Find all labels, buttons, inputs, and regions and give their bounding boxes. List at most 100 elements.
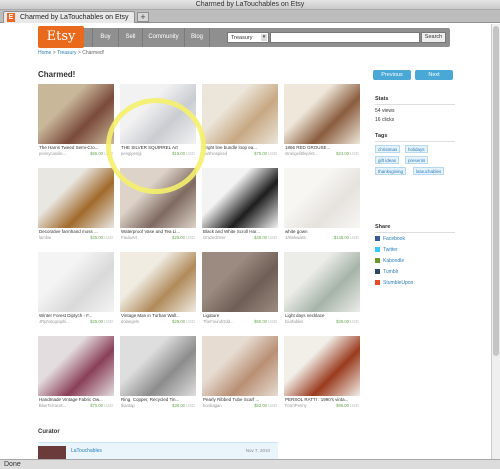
product-card[interactable]: PERSOL RATTI : 1990's vinta... FromPenny $…	[284, 336, 360, 412]
product-title[interactable]: Ligature	[203, 313, 278, 318]
product-shop[interactable]: strangelittleprint...	[285, 151, 318, 156]
product-thumbnail[interactable]	[284, 336, 360, 396]
product-thumbnail[interactable]	[202, 252, 278, 312]
vertical-scrollbar[interactable]	[491, 24, 500, 459]
product-thumbnail[interactable]	[38, 336, 114, 396]
price-value: $25.00	[172, 319, 185, 324]
nav-sell[interactable]: Sell	[118, 28, 142, 47]
nav-buy[interactable]: Buy	[92, 28, 118, 47]
product-shop[interactable]: pennycandie...	[39, 151, 66, 156]
product-thumbnail[interactable]	[202, 336, 278, 396]
share-twitter[interactable]: Twitter	[375, 247, 398, 253]
product-title[interactable]: Light days necklace	[285, 313, 360, 318]
product-card[interactable]: Decorative farmhand moss ... lambie $25.00…	[38, 168, 114, 244]
product-thumbnail[interactable]	[202, 168, 278, 228]
product-shop[interactable]: JRphotographi...	[39, 319, 70, 324]
product-shop[interactable]: fourfables	[285, 319, 303, 324]
avatar[interactable]	[38, 446, 66, 459]
share-facebook[interactable]: Facebook	[375, 236, 405, 242]
breadcrumb-home[interactable]: Home	[38, 50, 51, 56]
etsy-logo[interactable]: Etsy	[38, 26, 84, 48]
product-title[interactable]: white gown	[285, 229, 360, 234]
product-thumbnail[interactable]	[202, 84, 278, 144]
product-title[interactable]: Pearly Ribbed Tube Scarf ...	[203, 397, 278, 402]
product-title[interactable]: Decorative farmhand moss ...	[39, 229, 114, 234]
product-title[interactable]: Black and White Scroll Har...	[203, 229, 278, 234]
product-shop[interactable]: TheFoundOdd...	[203, 319, 234, 324]
product-shop[interactable]: PaulaArt	[121, 235, 137, 240]
nav-blog[interactable]: Blog	[184, 28, 210, 47]
product-card[interactable]: Vintage Man in Turban Wall... dolangels $2…	[120, 252, 196, 328]
product-thumbnail[interactable]	[120, 168, 196, 228]
product-shop[interactable]: FromPenny	[285, 403, 307, 408]
product-shop[interactable]: BlueTerracot...	[39, 403, 66, 408]
product-card[interactable]: The Harris Tweed Semi-Cro... pennycandie.…	[38, 84, 114, 160]
product-shop[interactable]: pengipengi	[121, 151, 142, 156]
previous-button[interactable]: Previous	[373, 70, 411, 80]
breadcrumb-treasury[interactable]: Treasury	[57, 50, 77, 56]
product-card[interactable]: Light days necklace fourfables $36.00 USD	[284, 252, 360, 328]
tag-presents[interactable]: presents	[405, 156, 429, 164]
product-thumbnail[interactable]	[284, 252, 360, 312]
product-thumbnail[interactable]	[284, 168, 360, 228]
product-card[interactable]: Ring. Copper, Recycled Tin... tkaotap $36.…	[120, 336, 196, 412]
scrollbar-thumb[interactable]	[493, 26, 499, 356]
product-card[interactable]: Black and White Scroll Har... GrazedOver $…	[202, 168, 278, 244]
product-title[interactable]: Vintage Man in Turban Wall...	[121, 313, 196, 318]
product-card[interactable]: white gown 1/8inkwaits $145.00 USD	[284, 168, 360, 244]
product-card[interactable]: Handmade Vintage Fabric Ow... BlueTerraco…	[38, 336, 114, 412]
product-shop[interactable]: earthinspired	[203, 151, 227, 156]
product-title[interactable]: The Harris Tweed Semi-Cro...	[39, 145, 114, 150]
product-thumbnail[interactable]	[120, 252, 196, 312]
new-tab-button[interactable]: +	[137, 12, 149, 22]
product-card[interactable]: bright line bundle loop ea... earthinspir…	[202, 84, 278, 160]
product-shop[interactable]: bonbagan	[203, 403, 222, 408]
product-shop[interactable]: dolangels	[121, 319, 139, 324]
nav-community[interactable]: Community	[142, 28, 184, 47]
product-shop[interactable]: lambie	[39, 235, 51, 240]
product-thumbnail[interactable]	[120, 336, 196, 396]
product-shop[interactable]: 1/8inkwaits	[285, 235, 306, 240]
price-currency: USD	[350, 151, 359, 156]
curator-name[interactable]: LaTouchables	[71, 448, 102, 454]
product-title[interactable]: 1866 RED GROUSE...	[285, 145, 360, 150]
price-currency: USD	[104, 151, 113, 156]
search-button[interactable]: Search	[421, 32, 446, 43]
price-currency: USD	[186, 235, 195, 240]
tag-holidays[interactable]: holidays	[405, 145, 428, 153]
tag-latouchables[interactable]: latouchables	[413, 167, 445, 175]
product-shop[interactable]: GrazedOver	[203, 235, 226, 240]
next-button[interactable]: Next	[415, 70, 453, 80]
product-card[interactable]: Waterproof Vase and Tea Li... PaulaArt $25…	[120, 168, 196, 244]
share-stumbleupon[interactable]: StumbleUpon	[375, 280, 413, 286]
product-thumbnail[interactable]	[38, 168, 114, 228]
share-tumblr[interactable]: Tumblr	[375, 269, 398, 275]
search-input[interactable]	[270, 32, 420, 43]
tag-gift-ideas[interactable]: gift ideas	[375, 156, 400, 164]
product-thumbnail[interactable]	[38, 252, 114, 312]
curator-heading: Curator	[38, 429, 60, 435]
product-thumbnail[interactable]	[120, 84, 196, 144]
search-category-select[interactable]: Treasury ▾	[227, 32, 269, 43]
product-thumbnail[interactable]	[38, 84, 114, 144]
product-title[interactable]: PERSOL RATTI : 1990's vinta...	[285, 397, 360, 402]
product-thumbnail[interactable]	[284, 84, 360, 144]
tag-christmas[interactable]: christmas	[375, 145, 401, 153]
tag-thanksgiving[interactable]: thanksgiving	[375, 167, 407, 175]
product-title[interactable]: Handmade Vintage Fabric Ow...	[39, 397, 114, 402]
product-card[interactable]: Winter Forest Diptych - F... JRphotograph…	[38, 252, 114, 328]
price-value: $36.00	[336, 319, 349, 324]
product-title[interactable]: Winter Forest Diptych - F...	[39, 313, 114, 318]
product-title[interactable]: THE SILVER SQUIRREL Art	[121, 145, 196, 150]
product-title[interactable]: Waterproof Vase and Tea Li...	[121, 229, 196, 234]
product-card[interactable]: Pearly Ribbed Tube Scarf ... bonbagan $82.…	[202, 336, 278, 412]
product-title[interactable]: Ring. Copper, Recycled Tin...	[121, 397, 196, 402]
share-kaboodle[interactable]: Kaboodle	[375, 258, 404, 264]
product-shop[interactable]: tkaotap	[121, 403, 135, 408]
product-card[interactable]: Ligature TheFoundOdd... $50.00 USD	[202, 252, 278, 328]
product-card[interactable]: 1866 RED GROUSE... strangelittleprint... $…	[284, 84, 360, 160]
product-card[interactable]: THE SILVER SQUIRREL Art pengipengi $15.00 …	[120, 84, 196, 160]
product-title[interactable]: bright line bundle loop ea...	[203, 145, 278, 150]
browser-tab[interactable]: E Charmed by LaTouchables on Etsy	[3, 11, 135, 23]
share-label: Kaboodle	[383, 258, 405, 264]
